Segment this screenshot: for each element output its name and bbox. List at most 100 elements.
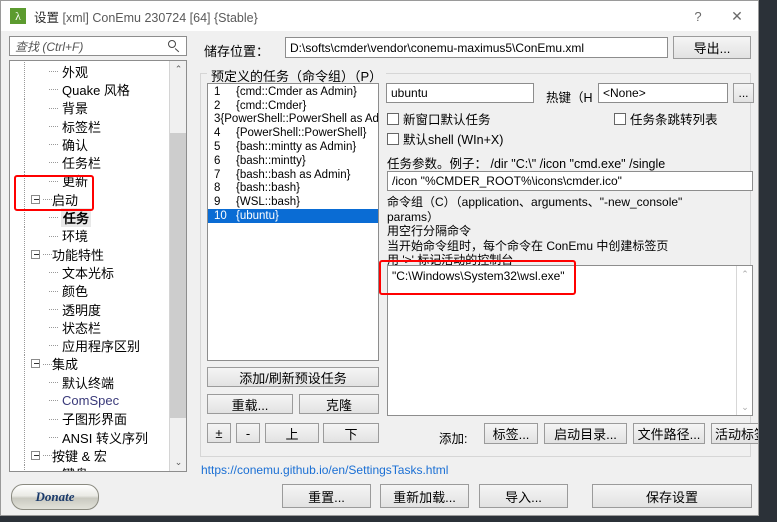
sidebar-item-15[interactable]: 应用程序区别 [10, 336, 170, 355]
tree-collapse-icon[interactable] [31, 249, 40, 259]
command-line-value: "C:\Windows\System32\wsl.exe" [392, 269, 565, 283]
remove-task-button[interactable]: - [236, 423, 260, 443]
sidebar-item-19[interactable]: 子图形界面 [10, 409, 170, 428]
reload-tasks-button[interactable]: 重载... [207, 394, 293, 414]
tree-collapse-icon[interactable] [31, 450, 40, 460]
command-scrollbar[interactable]: ⌃ ⌄ [736, 266, 752, 415]
task-index: 2 [214, 99, 221, 112]
task-list[interactable]: 1 {cmd::Cmder as Admin} 2 {cmd::Cmder} 3 {Pow… [207, 83, 379, 361]
search-input[interactable]: 查找 (Ctrl+F) [9, 36, 187, 56]
sidebar-item-label: 环境 [62, 229, 89, 245]
tree-connector [49, 300, 61, 318]
tree-scroll-up-icon[interactable]: ⌃ [170, 61, 186, 78]
add-filepath-button[interactable]: 文件路径... [633, 423, 705, 444]
add-tag-button[interactable]: 标签... [484, 423, 538, 444]
save-settings-button[interactable]: 保存设置 [592, 484, 752, 508]
task-name: {ubuntu} [236, 210, 279, 223]
add-active-tab-button[interactable]: 活动标签 [711, 423, 758, 444]
help-url-link[interactable]: https://conemu.github.io/en/SettingsTask… [201, 463, 448, 477]
sidebar-item-label: 确认 [62, 137, 89, 153]
sidebar-item-6[interactable]: 更新 [10, 171, 170, 191]
task-list-item[interactable]: 5 {bash::mintty as Admin} [208, 140, 378, 154]
reload-settings-button[interactable]: 重新加载... [380, 484, 469, 508]
task-list-item[interactable]: 4 {PowerShell::PowerShell} [208, 126, 378, 140]
add-task-button[interactable]: ± [207, 423, 231, 443]
sidebar-item-label: 集成 [52, 357, 79, 373]
task-list-item[interactable]: 9 {WSL::bash} [208, 195, 378, 209]
close-icon[interactable]: ✕ [716, 1, 758, 31]
command-text-area[interactable]: "C:\Windows\System32\wsl.exe" ⌃ ⌄ [387, 265, 753, 416]
sidebar-item-2[interactable]: 背景 [10, 98, 170, 117]
sidebar-item-8[interactable]: 任务 [10, 208, 170, 228]
sidebar-item-21[interactable]: 按键 & 宏 [10, 446, 170, 465]
sidebar-item-16[interactable]: 集成 [10, 354, 170, 374]
sidebar-item-label: 标签栏 [62, 119, 102, 135]
sidebar-item-label: 背景 [62, 101, 89, 117]
tree-connector [49, 373, 61, 391]
help-button[interactable]: ? [680, 1, 716, 31]
sidebar-item-17[interactable]: 默认终端 [10, 373, 170, 392]
task-name: {cmd::Cmder} [236, 99, 307, 112]
sidebar-item-7[interactable]: 启动 [10, 190, 170, 209]
task-list-item[interactable]: 2 {cmd::Cmder} [208, 99, 378, 113]
settings-window: λ 设置 [xml] ConEmu 230724 [64] {Stable} ?… [0, 0, 759, 516]
tree-connector [49, 336, 61, 354]
sidebar-item-4[interactable]: 确认 [10, 135, 170, 154]
task-list-item[interactable]: 7 {bash::bash as Admin} [208, 168, 378, 182]
sidebar-item-9[interactable]: 环境 [10, 226, 170, 245]
default-shell-checkbox[interactable] [387, 132, 399, 145]
task-name-input[interactable]: ubuntu [386, 83, 534, 103]
title-bar: λ 设置 [xml] ConEmu 230724 [64] {Stable} ?… [1, 1, 758, 31]
task-list-item[interactable]: 6 {bash::mintty} [208, 154, 378, 168]
sidebar-item-18[interactable]: ComSpec [10, 391, 170, 410]
sidebar-item-22[interactable]: 键盘 [10, 464, 170, 471]
hotkey-browse-button[interactable]: ... [733, 83, 754, 103]
sidebar-item-0[interactable]: 外观 [10, 62, 170, 81]
default-shell-checkbox-row[interactable]: 默认shell (WIn+X) [387, 129, 503, 148]
move-task-up-button[interactable]: 上 [265, 423, 319, 443]
tree-scroll-down-icon[interactable]: ⌄ [170, 454, 186, 471]
default-task-checkbox-row[interactable]: 新窗口默认任务 [387, 109, 491, 128]
sidebar-item-label: 文本光标 [62, 265, 115, 281]
tree-guide-line [24, 427, 25, 447]
sidebar-item-14[interactable]: 状态栏 [10, 318, 170, 337]
task-list-item[interactable]: 3{PowerShell::PowerShell as Admin} [208, 113, 378, 127]
sidebar-item-5[interactable]: 任务栏 [10, 153, 170, 172]
task-list-item[interactable]: 10 {ubuntu} [208, 209, 378, 223]
add-refresh-default-tasks-button[interactable]: 添加/刷新预设任务 [207, 367, 379, 387]
reset-settings-button[interactable]: 重置... [282, 484, 371, 508]
tree-scroll-thumb[interactable] [170, 133, 186, 418]
storage-path-input[interactable]: D:\softs\cmder\vendor\conemu-maximus5\Co… [285, 37, 668, 58]
tree-connector [43, 355, 52, 373]
add-startdir-button[interactable]: 启动目录... [544, 423, 627, 444]
sidebar-item-20[interactable]: ANSI 转义序列 [10, 427, 170, 447]
sidebar-item-13[interactable]: 透明度 [10, 299, 170, 319]
sidebar-item-label: 任务 [61, 208, 92, 228]
jumplist-checkbox-row[interactable]: 任务条跳转列表 [614, 109, 718, 128]
sidebar-item-12[interactable]: 颜色 [10, 281, 170, 300]
sidebar-item-10[interactable]: 功能特性 [10, 244, 170, 264]
default-task-checkbox[interactable] [387, 112, 399, 125]
tree-collapse-icon[interactable] [31, 359, 40, 369]
hotkey-input[interactable]: <None> [598, 83, 728, 103]
sidebar-item-1[interactable]: Quake 风格 [10, 80, 170, 99]
settings-tree[interactable]: 外观 Quake 风格背景标签栏确认 任务栏 更新 启动 任务 环境 功能特性 文本光标颜色 透明… [9, 60, 187, 472]
tree-connector [49, 465, 61, 471]
command-scroll-up-icon[interactable]: ⌃ [737, 266, 752, 282]
tree-collapse-icon[interactable] [31, 194, 40, 204]
sidebar-item-3[interactable]: 标签栏 [10, 116, 170, 136]
command-scroll-down-icon[interactable]: ⌄ [737, 399, 752, 415]
move-task-down-button[interactable]: 下 [323, 423, 379, 443]
jumplist-checkbox[interactable] [614, 112, 626, 125]
clone-task-button[interactable]: 克隆 [299, 394, 379, 414]
task-parameters-input[interactable]: /icon "%CMDER_ROOT%\icons\cmder.ico" [387, 171, 753, 191]
tree-guide-line [24, 190, 25, 209]
donate-button[interactable]: Donate [11, 484, 99, 510]
export-button[interactable]: 导出... [673, 36, 751, 59]
task-list-item[interactable]: 8 {bash::bash} [208, 182, 378, 196]
task-list-item[interactable]: 1 {cmd::Cmder as Admin} [208, 85, 378, 99]
tree-scrollbar[interactable]: ⌃ ⌄ [169, 61, 186, 471]
import-settings-button[interactable]: 导入... [479, 484, 568, 508]
sidebar-item-11[interactable]: 文本光标 [10, 263, 170, 282]
sidebar-item-label: 颜色 [62, 284, 89, 300]
